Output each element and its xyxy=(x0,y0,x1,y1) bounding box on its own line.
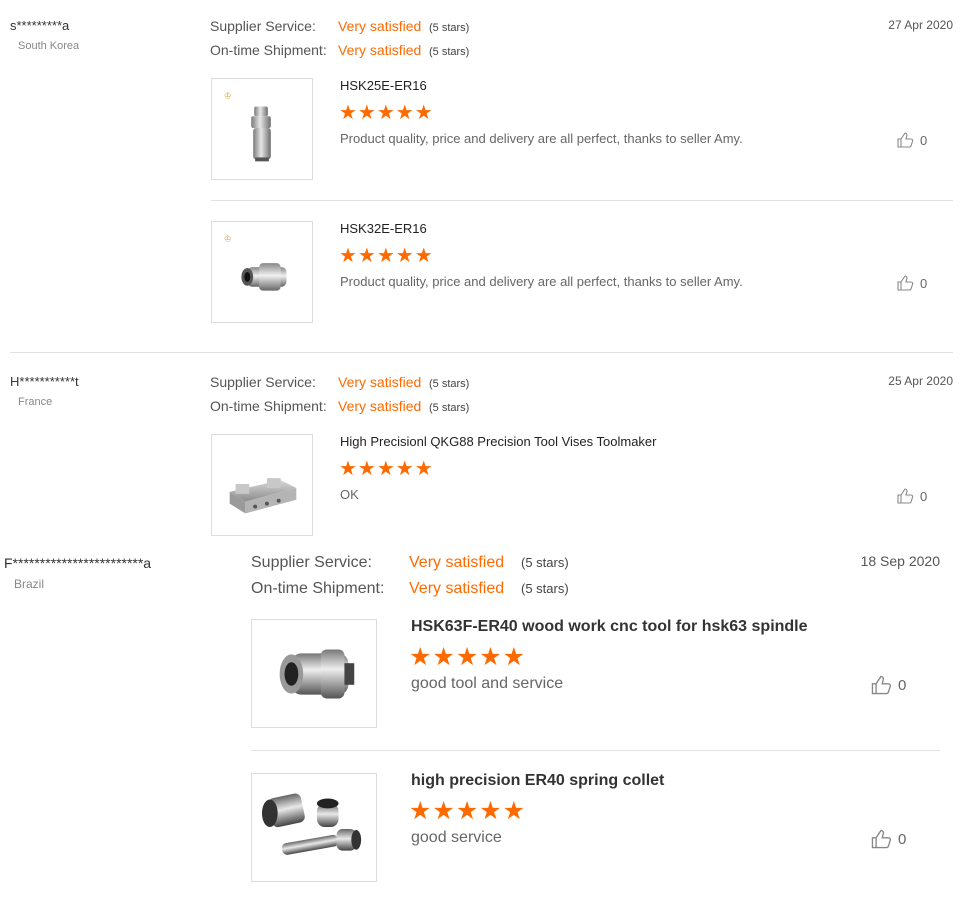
rating-stars: ★★★★★ xyxy=(409,643,527,671)
shipment-value: Very satisfied xyxy=(409,580,505,597)
shipment-rating: On-time Shipment: Very satisfied (5 stars) xyxy=(251,580,569,598)
supplier-service-label: Supplier Service: xyxy=(251,554,372,571)
supplier-service-value: Very satisfied xyxy=(409,554,505,571)
review-comment: good tool and service xyxy=(411,675,564,692)
supplier-service-stars: (5 stars) xyxy=(521,555,569,570)
like-button[interactable]: 0 xyxy=(870,674,906,696)
product-divider xyxy=(251,750,940,751)
shipment-stars: (5 stars) xyxy=(521,581,569,596)
product-title[interactable]: HSK63F-ER40 wood work cnc tool for hsk63… xyxy=(411,618,808,636)
product-title[interactable]: high precision ER40 spring collet xyxy=(411,772,664,790)
like-button[interactable]: 0 xyxy=(870,828,906,850)
review-date: 18 Sep 2020 xyxy=(860,553,940,569)
review-comment: good service xyxy=(411,829,502,846)
rating-stars: ★★★★★ xyxy=(409,797,527,825)
shipment-label: On-time Shipment: xyxy=(251,580,385,597)
review-card: F************************a Brazil Suppli… xyxy=(0,0,965,914)
product-thumbnail[interactable] xyxy=(251,619,377,728)
thumbs-up-icon xyxy=(871,675,892,695)
thumbs-up-icon xyxy=(871,829,892,849)
buyer-country: Brazil xyxy=(14,577,45,591)
supplier-service-rating: Supplier Service: Very satisfied (5 stars) xyxy=(251,554,569,572)
like-count: 0 xyxy=(898,676,907,694)
buyer-name: F************************a xyxy=(4,555,152,571)
like-count: 0 xyxy=(898,830,907,848)
product-thumbnail[interactable] xyxy=(251,773,377,882)
hsk63f-tool-holder-image xyxy=(279,649,355,699)
er40-collet-set-image xyxy=(261,793,362,855)
